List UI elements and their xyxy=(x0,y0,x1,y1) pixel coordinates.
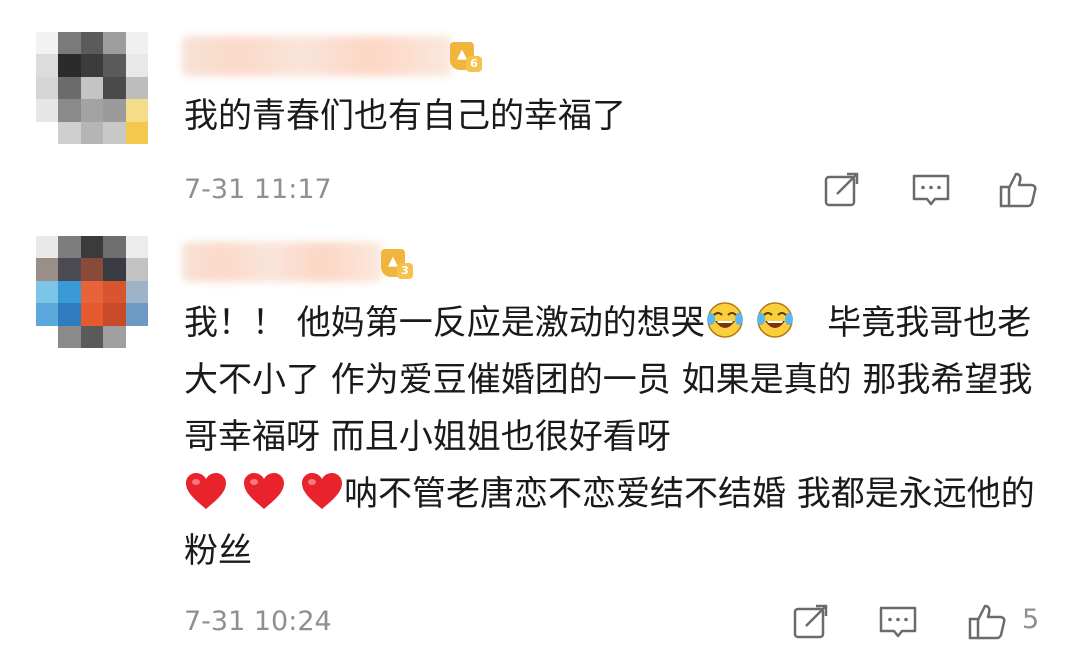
comment-item: ▲ 6 我的青春们也有自己的幸福了 7-31 11:17 xyxy=(0,0,1080,228)
crying-laughing-emoji xyxy=(706,302,743,338)
level-badge: ▲ 6 xyxy=(450,38,482,74)
comment-icon xyxy=(879,606,917,638)
comment-icon xyxy=(912,174,950,206)
red-heart-emoji xyxy=(302,473,342,509)
level-badge: ▲ 3 xyxy=(381,245,413,281)
crying-laughing-emoji xyxy=(756,302,793,338)
like-button[interactable] xyxy=(967,602,1007,642)
avatar[interactable] xyxy=(36,32,148,144)
share-button[interactable] xyxy=(823,170,863,210)
username[interactable] xyxy=(182,242,382,282)
timestamp: 7-31 10:24 xyxy=(184,606,332,637)
thumbs-up-icon xyxy=(999,172,1037,208)
avatar[interactable] xyxy=(36,236,148,348)
reply-button[interactable] xyxy=(911,170,951,210)
comment-text-part: 我！！ 他妈第一反应是激动的想哭 xyxy=(184,303,705,343)
comment-text: 我的青春们也有自己的幸福了 xyxy=(184,96,626,136)
share-icon xyxy=(824,172,859,207)
share-button[interactable] xyxy=(792,602,832,642)
like-button[interactable] xyxy=(998,170,1038,210)
reply-button[interactable] xyxy=(878,602,918,642)
timestamp: 7-31 11:17 xyxy=(184,174,332,205)
username[interactable] xyxy=(182,36,452,76)
red-heart-emoji xyxy=(186,473,226,509)
level-number: 3 xyxy=(397,263,413,279)
share-icon xyxy=(793,604,828,639)
like-count: 5 xyxy=(1022,604,1040,635)
red-heart-emoji xyxy=(244,473,284,509)
comment-item: ▲ 3 我！！ 他妈第一反应是激动的想哭 毕竟我哥也老大不小了 作为爱豆催婚团的… xyxy=(0,228,1080,657)
thumbs-up-icon xyxy=(968,604,1006,640)
comment-text: 我！！ 他妈第一反应是激动的想哭 毕竟我哥也老大不小了 作为爱豆催婚团的一员 如… xyxy=(184,295,1044,580)
level-number: 6 xyxy=(466,56,482,72)
